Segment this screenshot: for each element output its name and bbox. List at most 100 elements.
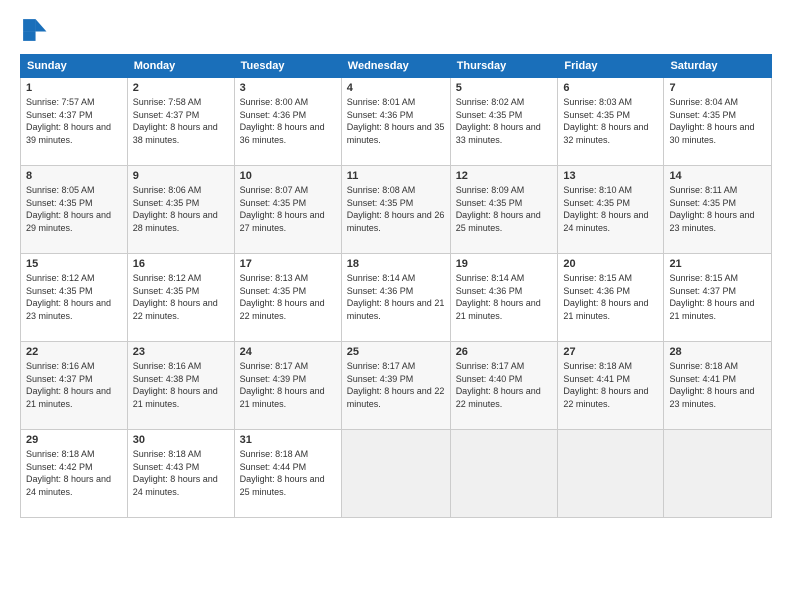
day-info: Sunrise: 8:14 AMSunset: 4:36 PMDaylight:… — [456, 273, 541, 321]
day-number: 8 — [26, 170, 122, 182]
day-cell-24: 24 Sunrise: 8:17 AMSunset: 4:39 PMDaylig… — [234, 342, 341, 430]
day-cell-22: 22 Sunrise: 8:16 AMSunset: 4:37 PMDaylig… — [21, 342, 128, 430]
day-cell-25: 25 Sunrise: 8:17 AMSunset: 4:39 PMDaylig… — [341, 342, 450, 430]
day-cell-26: 26 Sunrise: 8:17 AMSunset: 4:40 PMDaylig… — [450, 342, 558, 430]
day-number: 23 — [133, 346, 229, 358]
col-sunday: Sunday — [21, 55, 128, 78]
day-cell-21: 21 Sunrise: 8:15 AMSunset: 4:37 PMDaylig… — [664, 254, 772, 342]
week-row-2: 8 Sunrise: 8:05 AMSunset: 4:35 PMDayligh… — [21, 166, 772, 254]
day-number: 7 — [669, 82, 766, 94]
day-cell-6: 6 Sunrise: 8:03 AMSunset: 4:35 PMDayligh… — [558, 78, 664, 166]
col-tuesday: Tuesday — [234, 55, 341, 78]
day-cell-29: 29 Sunrise: 8:18 AMSunset: 4:42 PMDaylig… — [21, 430, 128, 518]
day-number: 31 — [240, 434, 336, 446]
calendar-table: Sunday Monday Tuesday Wednesday Thursday… — [20, 54, 772, 518]
day-cell-empty — [664, 430, 772, 518]
day-cell-13: 13 Sunrise: 8:10 AMSunset: 4:35 PMDaylig… — [558, 166, 664, 254]
day-info: Sunrise: 8:07 AMSunset: 4:35 PMDaylight:… — [240, 185, 325, 233]
day-info: Sunrise: 8:18 AMSunset: 4:41 PMDaylight:… — [563, 361, 648, 409]
day-cell-12: 12 Sunrise: 8:09 AMSunset: 4:35 PMDaylig… — [450, 166, 558, 254]
day-cell-empty — [558, 430, 664, 518]
day-info: Sunrise: 8:17 AMSunset: 4:39 PMDaylight:… — [347, 361, 445, 409]
col-friday: Friday — [558, 55, 664, 78]
day-cell-14: 14 Sunrise: 8:11 AMSunset: 4:35 PMDaylig… — [664, 166, 772, 254]
logo — [20, 16, 50, 44]
day-info: Sunrise: 8:17 AMSunset: 4:39 PMDaylight:… — [240, 361, 325, 409]
day-cell-18: 18 Sunrise: 8:14 AMSunset: 4:36 PMDaylig… — [341, 254, 450, 342]
day-info: Sunrise: 8:16 AMSunset: 4:38 PMDaylight:… — [133, 361, 218, 409]
col-saturday: Saturday — [664, 55, 772, 78]
day-cell-16: 16 Sunrise: 8:12 AMSunset: 4:35 PMDaylig… — [127, 254, 234, 342]
day-number: 6 — [563, 82, 658, 94]
day-cell-7: 7 Sunrise: 8:04 AMSunset: 4:35 PMDayligh… — [664, 78, 772, 166]
week-row-3: 15 Sunrise: 8:12 AMSunset: 4:35 PMDaylig… — [21, 254, 772, 342]
day-info: Sunrise: 8:12 AMSunset: 4:35 PMDaylight:… — [133, 273, 218, 321]
day-number: 11 — [347, 170, 445, 182]
day-info: Sunrise: 8:01 AMSunset: 4:36 PMDaylight:… — [347, 97, 445, 145]
col-wednesday: Wednesday — [341, 55, 450, 78]
day-cell-11: 11 Sunrise: 8:08 AMSunset: 4:35 PMDaylig… — [341, 166, 450, 254]
day-info: Sunrise: 8:08 AMSunset: 4:35 PMDaylight:… — [347, 185, 445, 233]
day-info: Sunrise: 8:18 AMSunset: 4:41 PMDaylight:… — [669, 361, 754, 409]
day-number: 30 — [133, 434, 229, 446]
day-info: Sunrise: 8:15 AMSunset: 4:37 PMDaylight:… — [669, 273, 754, 321]
day-cell-27: 27 Sunrise: 8:18 AMSunset: 4:41 PMDaylig… — [558, 342, 664, 430]
day-cell-20: 20 Sunrise: 8:15 AMSunset: 4:36 PMDaylig… — [558, 254, 664, 342]
day-info: Sunrise: 8:16 AMSunset: 4:37 PMDaylight:… — [26, 361, 111, 409]
day-number: 25 — [347, 346, 445, 358]
day-info: Sunrise: 8:15 AMSunset: 4:36 PMDaylight:… — [563, 273, 648, 321]
day-info: Sunrise: 8:05 AMSunset: 4:35 PMDaylight:… — [26, 185, 111, 233]
week-row-4: 22 Sunrise: 8:16 AMSunset: 4:37 PMDaylig… — [21, 342, 772, 430]
day-number: 24 — [240, 346, 336, 358]
day-cell-2: 2 Sunrise: 7:58 AMSunset: 4:37 PMDayligh… — [127, 78, 234, 166]
day-cell-9: 9 Sunrise: 8:06 AMSunset: 4:35 PMDayligh… — [127, 166, 234, 254]
day-cell-30: 30 Sunrise: 8:18 AMSunset: 4:43 PMDaylig… — [127, 430, 234, 518]
day-info: Sunrise: 7:58 AMSunset: 4:37 PMDaylight:… — [133, 97, 218, 145]
day-number: 22 — [26, 346, 122, 358]
day-number: 4 — [347, 82, 445, 94]
day-cell-28: 28 Sunrise: 8:18 AMSunset: 4:41 PMDaylig… — [664, 342, 772, 430]
day-info: Sunrise: 8:18 AMSunset: 4:44 PMDaylight:… — [240, 449, 325, 497]
day-number: 19 — [456, 258, 553, 270]
day-number: 17 — [240, 258, 336, 270]
week-row-5: 29 Sunrise: 8:18 AMSunset: 4:42 PMDaylig… — [21, 430, 772, 518]
day-cell-5: 5 Sunrise: 8:02 AMSunset: 4:35 PMDayligh… — [450, 78, 558, 166]
day-info: Sunrise: 8:03 AMSunset: 4:35 PMDaylight:… — [563, 97, 648, 145]
day-info: Sunrise: 8:14 AMSunset: 4:36 PMDaylight:… — [347, 273, 445, 321]
day-number: 1 — [26, 82, 122, 94]
page: Sunday Monday Tuesday Wednesday Thursday… — [0, 0, 792, 612]
col-monday: Monday — [127, 55, 234, 78]
day-info: Sunrise: 8:00 AMSunset: 4:36 PMDaylight:… — [240, 97, 325, 145]
day-cell-4: 4 Sunrise: 8:01 AMSunset: 4:36 PMDayligh… — [341, 78, 450, 166]
day-info: Sunrise: 8:18 AMSunset: 4:43 PMDaylight:… — [133, 449, 218, 497]
day-cell-19: 19 Sunrise: 8:14 AMSunset: 4:36 PMDaylig… — [450, 254, 558, 342]
day-number: 12 — [456, 170, 553, 182]
day-number: 2 — [133, 82, 229, 94]
day-info: Sunrise: 8:13 AMSunset: 4:35 PMDaylight:… — [240, 273, 325, 321]
logo-icon — [20, 16, 48, 44]
day-cell-10: 10 Sunrise: 8:07 AMSunset: 4:35 PMDaylig… — [234, 166, 341, 254]
day-cell-3: 3 Sunrise: 8:00 AMSunset: 4:36 PMDayligh… — [234, 78, 341, 166]
day-number: 18 — [347, 258, 445, 270]
calendar-header-row: Sunday Monday Tuesday Wednesday Thursday… — [21, 55, 772, 78]
day-info: Sunrise: 8:02 AMSunset: 4:35 PMDaylight:… — [456, 97, 541, 145]
day-info: Sunrise: 8:10 AMSunset: 4:35 PMDaylight:… — [563, 185, 648, 233]
day-number: 13 — [563, 170, 658, 182]
day-number: 3 — [240, 82, 336, 94]
day-number: 16 — [133, 258, 229, 270]
day-cell-empty — [450, 430, 558, 518]
header — [20, 16, 772, 44]
day-cell-17: 17 Sunrise: 8:13 AMSunset: 4:35 PMDaylig… — [234, 254, 341, 342]
day-info: Sunrise: 8:17 AMSunset: 4:40 PMDaylight:… — [456, 361, 541, 409]
day-number: 29 — [26, 434, 122, 446]
col-thursday: Thursday — [450, 55, 558, 78]
day-number: 5 — [456, 82, 553, 94]
day-info: Sunrise: 8:12 AMSunset: 4:35 PMDaylight:… — [26, 273, 111, 321]
day-cell-23: 23 Sunrise: 8:16 AMSunset: 4:38 PMDaylig… — [127, 342, 234, 430]
day-number: 10 — [240, 170, 336, 182]
day-cell-31: 31 Sunrise: 8:18 AMSunset: 4:44 PMDaylig… — [234, 430, 341, 518]
day-cell-empty — [341, 430, 450, 518]
day-number: 27 — [563, 346, 658, 358]
day-number: 15 — [26, 258, 122, 270]
day-info: Sunrise: 8:11 AMSunset: 4:35 PMDaylight:… — [669, 185, 754, 233]
